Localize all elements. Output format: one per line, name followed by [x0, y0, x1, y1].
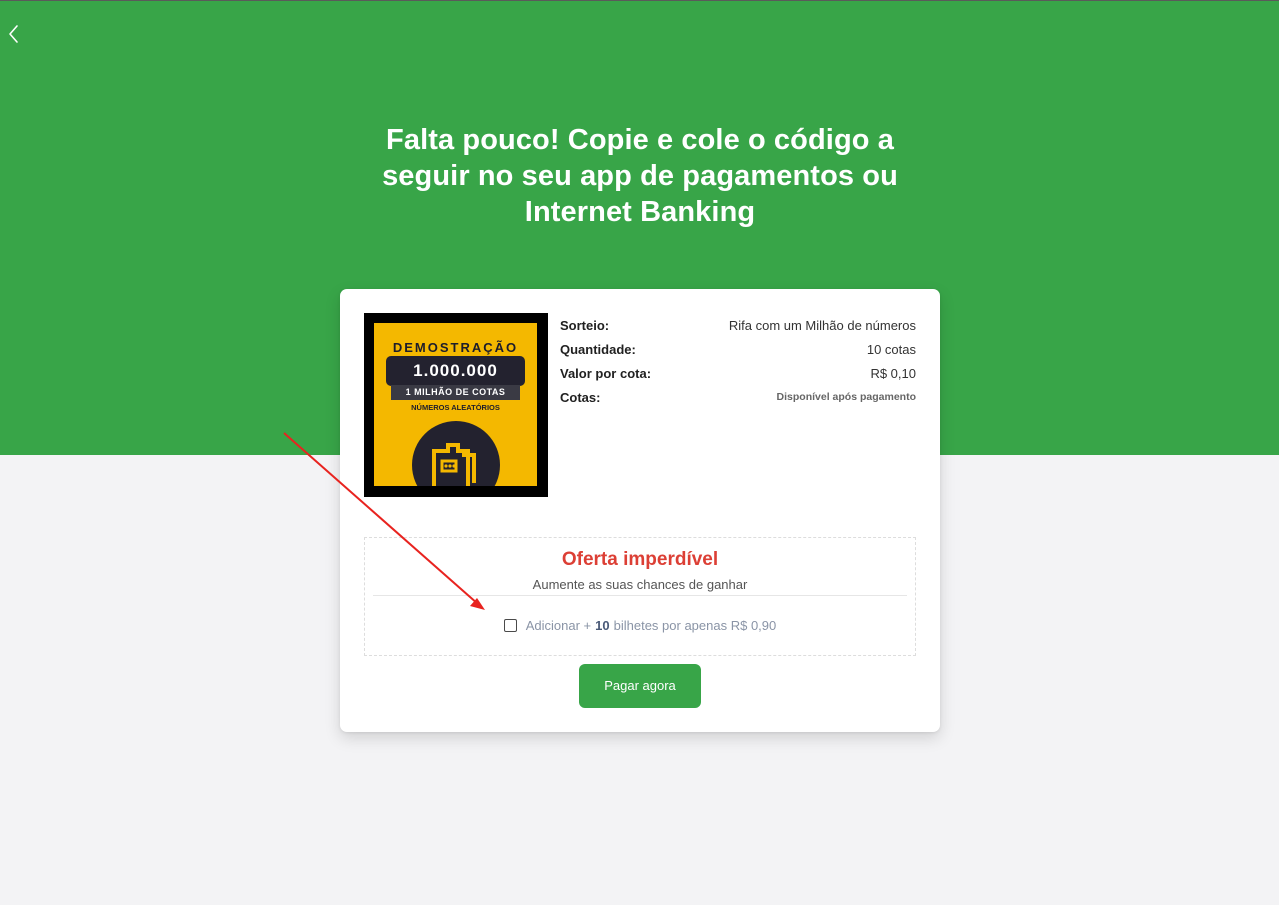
ticket-icon — [432, 443, 476, 486]
offer-count: 10 — [595, 618, 610, 633]
offer-title: Oferta imperdível — [561, 549, 719, 570]
ticket-badge — [412, 421, 500, 486]
raffle-image-title: DEMOSTRAÇÃO — [392, 340, 519, 355]
detail-row-sorteio: Sorteio: Rifa com um Milhão de números — [560, 313, 916, 337]
detail-value: Rifa com um Milhão de números — [728, 317, 916, 333]
detail-label: Sorteio: — [560, 317, 610, 333]
raffle-image-subtitle: 1 MILHÃO DE COTAS — [391, 385, 520, 400]
detail-row-cotas: Cotas: Disponível após pagamento — [560, 385, 916, 409]
detail-label: Valor por cota: — [560, 365, 652, 381]
raffle-image: DEMOSTRAÇÃO 1.000.000 1 MILHÃO DE COTAS … — [364, 313, 548, 497]
detail-label: Quantidade: — [560, 341, 636, 357]
raffle-image-number: 1.000.000 — [386, 356, 525, 386]
chevron-left-icon — [9, 25, 18, 43]
offer-prefix: Adicionar + — [525, 618, 592, 633]
raffle-details: Sorteio: Rifa com um Milhão de números Q… — [560, 313, 916, 409]
offer-suffix: bilhetes por apenas R$ 0,90 — [613, 618, 777, 633]
raffle-image-subtitle2: NÚMEROS ALEATÓRIOS — [411, 403, 500, 412]
offer-subtitle: Aumente as suas chances de ganhar — [532, 577, 748, 592]
offer-box: Oferta imperdível Aumente as suas chance… — [364, 537, 916, 656]
offer-checkbox[interactable] — [503, 619, 517, 632]
detail-label: Cotas: — [560, 389, 601, 405]
detail-row-valor: Valor por cota: R$ 0,10 — [560, 361, 916, 385]
detail-value: Disponível após pagamento — [776, 391, 916, 403]
pay-now-button[interactable]: Pagar agora — [579, 664, 701, 708]
offer-divider — [373, 595, 907, 596]
detail-value: 10 cotas — [866, 341, 916, 357]
detail-row-quantidade: Quantidade: 10 cotas — [560, 337, 916, 361]
page-title: Falta pouco! Copie e cole o código a seg… — [382, 124, 898, 228]
checkout-card: DEMOSTRAÇÃO 1.000.000 1 MILHÃO DE COTAS … — [340, 289, 940, 732]
back-button[interactable] — [3, 23, 23, 45]
offer-option[interactable]: Adicionar + 10 bilhetes por apenas R$ 0,… — [365, 618, 915, 633]
detail-value: R$ 0,10 — [870, 365, 916, 381]
